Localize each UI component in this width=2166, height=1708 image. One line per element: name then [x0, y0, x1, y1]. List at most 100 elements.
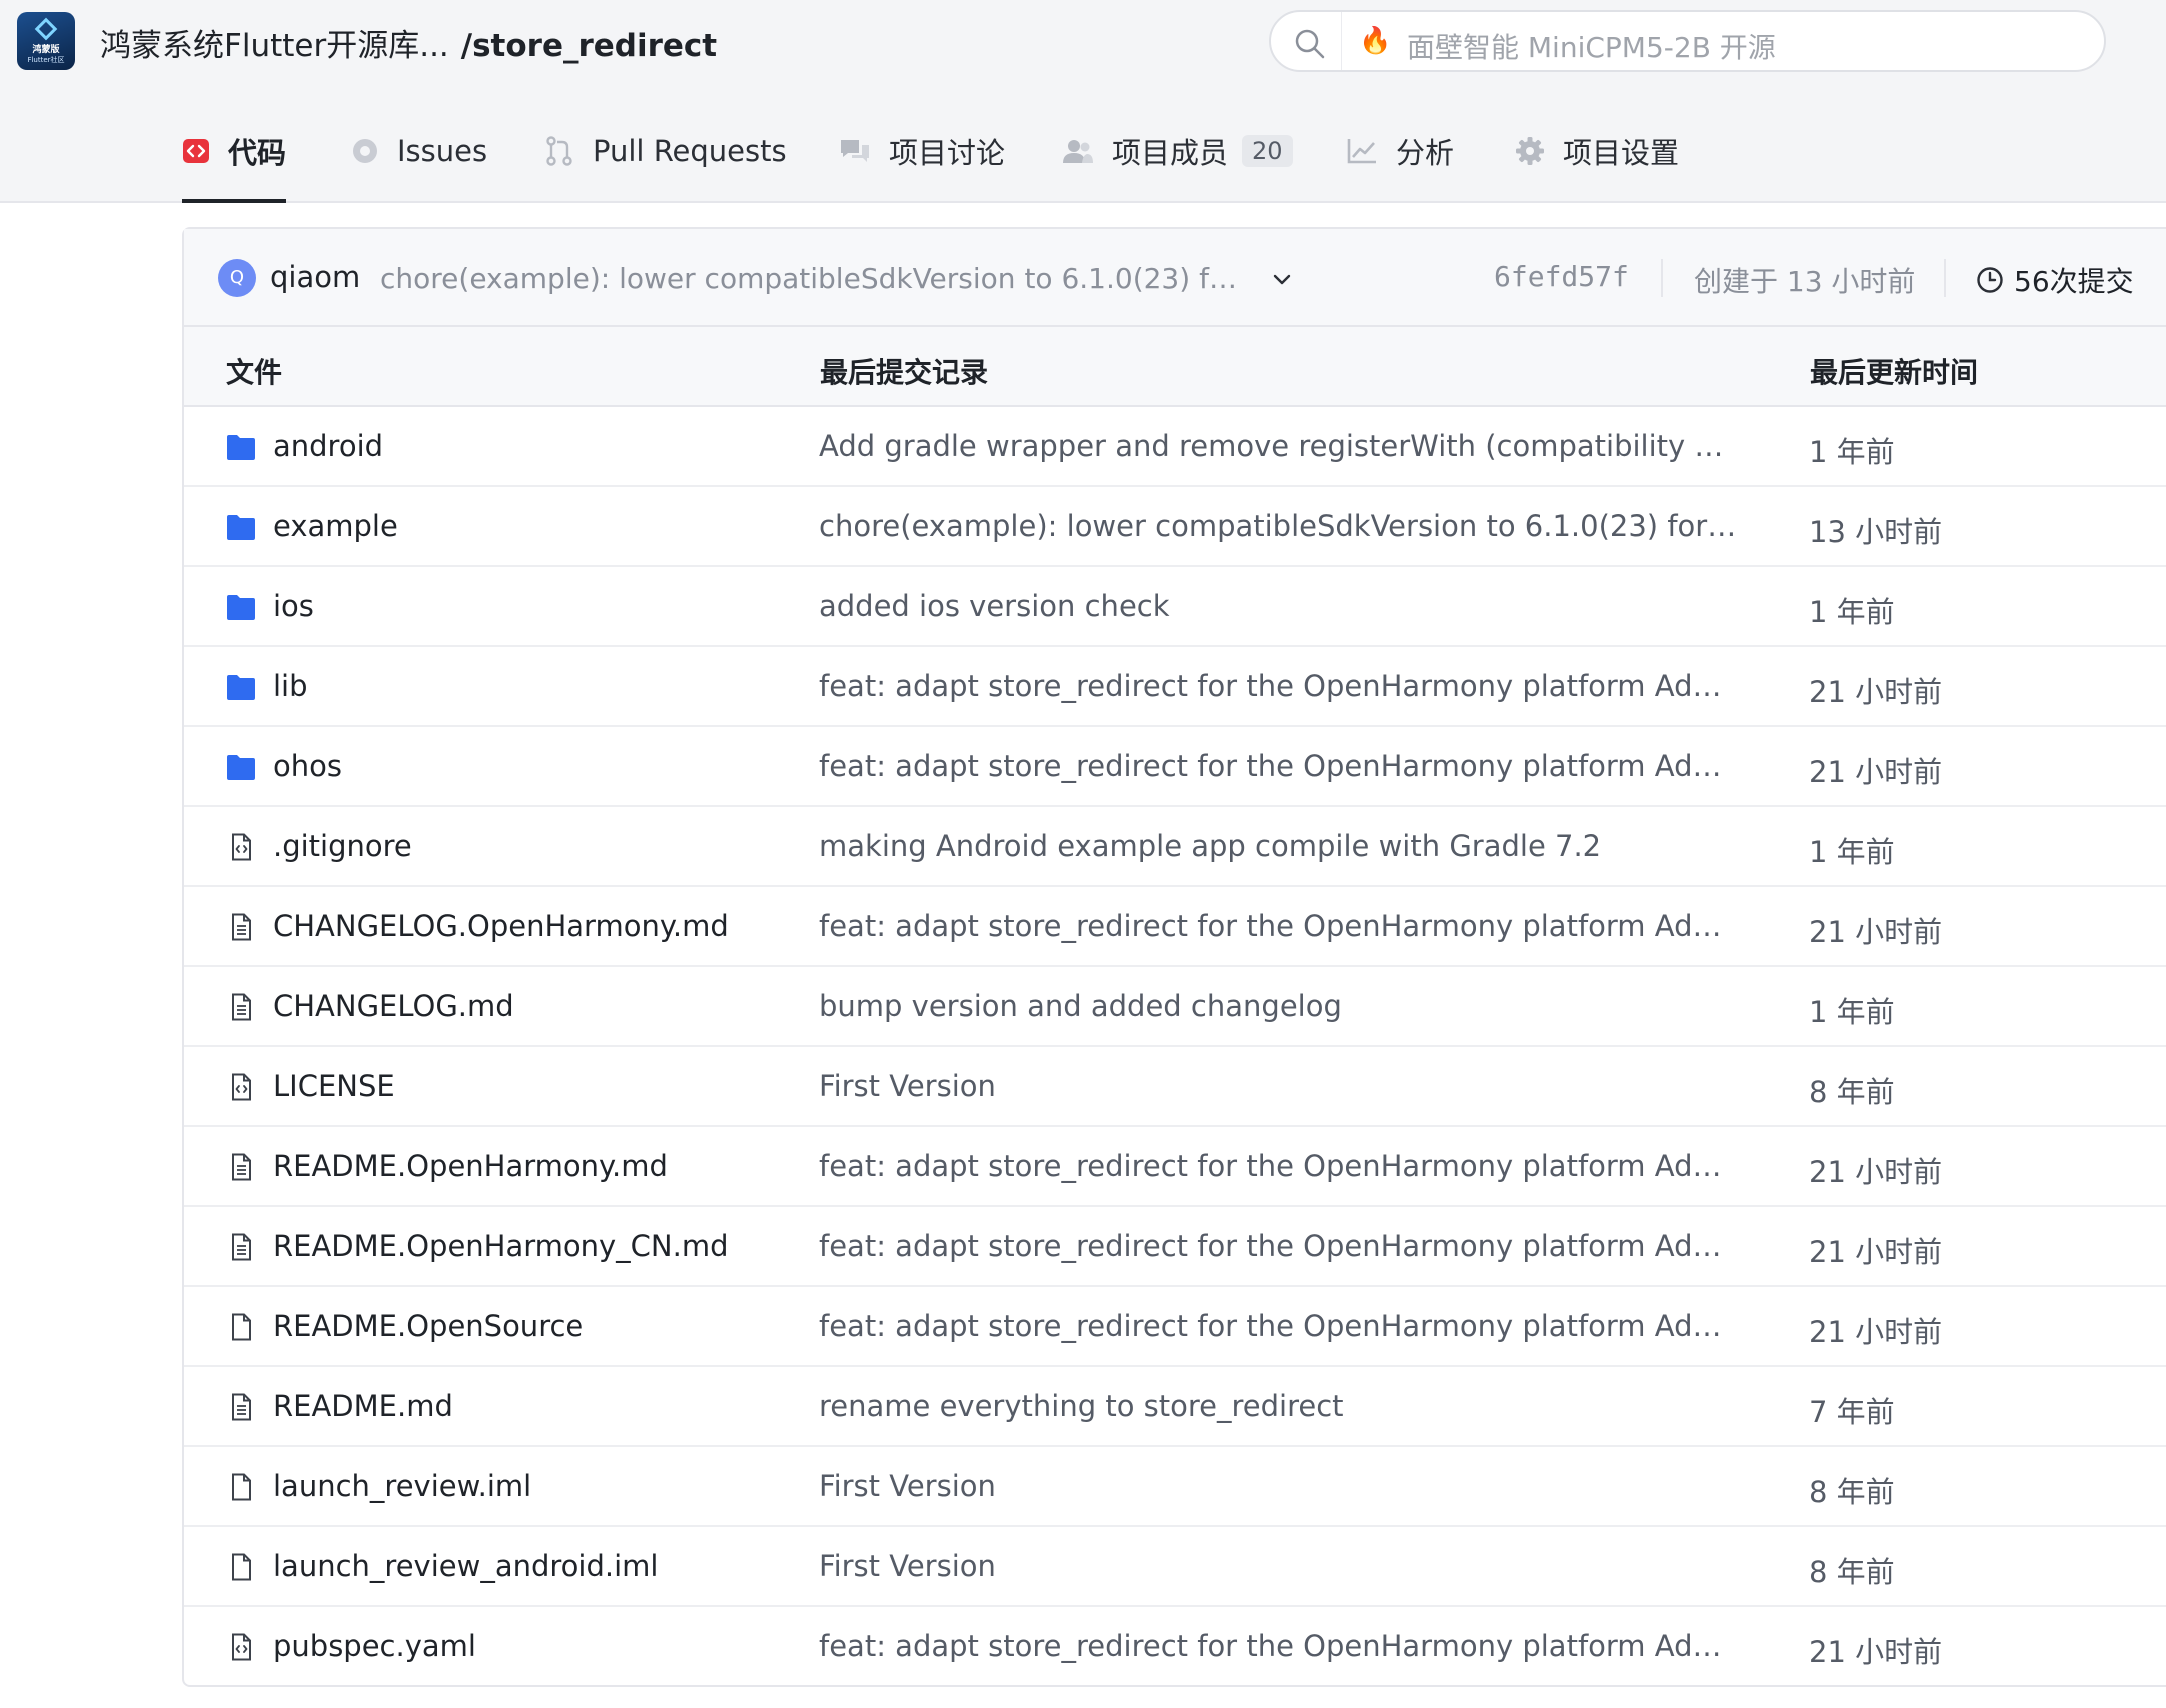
- tab-discussions[interactable]: 项目讨论: [839, 100, 1005, 201]
- text-file-icon: [226, 993, 256, 1021]
- file-commit-message[interactable]: feat: adapt store_redirect for the OpenH…: [819, 909, 1739, 943]
- table-row[interactable]: ohos feat: adapt store_redirect for the O…: [184, 727, 2166, 807]
- table-row[interactable]: example chore(example): lower compatibleS…: [184, 487, 2166, 567]
- column-header-file: 文件: [226, 356, 283, 389]
- org-logo[interactable]: 鸿蒙版 Flutter社区: [17, 12, 75, 70]
- column-header-last-commit: 最后提交记录: [820, 356, 989, 389]
- table-row[interactable]: ios added ios version check 1 年前: [184, 567, 2166, 647]
- table-row[interactable]: README.OpenSource feat: adapt store_redir…: [184, 1287, 2166, 1367]
- tab-issues[interactable]: Issues: [351, 100, 487, 201]
- gear-icon: [1516, 136, 1544, 165]
- file-updated-time: 21 小时前: [1809, 1155, 1943, 1189]
- chart-icon: [1347, 138, 1376, 163]
- repo-tabs: 代码 Issues Pull Requests 项目讨论 项目成员 20 分析 …: [0, 100, 2166, 203]
- file-commit-message[interactable]: feat: adapt store_redirect for the OpenH…: [819, 1229, 1739, 1263]
- file-commit-message[interactable]: feat: adapt store_redirect for the OpenH…: [819, 1149, 1739, 1183]
- org-name-link[interactable]: 鸿蒙系统Flutter开源库...: [100, 28, 449, 64]
- file-name-link[interactable]: launch_review_android.iml: [273, 1549, 658, 1583]
- file-commit-message[interactable]: feat: adapt store_redirect for the OpenH…: [819, 1309, 1739, 1343]
- file-updated-time: 8 年前: [1809, 1555, 1895, 1589]
- file-icon: [226, 1313, 256, 1341]
- chevron-down-icon[interactable]: [1270, 267, 1294, 291]
- file-icon: [226, 1553, 256, 1581]
- table-row[interactable]: launch_review.iml First Version 8 年前: [184, 1447, 2166, 1527]
- file-commit-message[interactable]: making Android example app compile with …: [819, 829, 1739, 863]
- table-row[interactable]: .gitignore making Android example app com…: [184, 807, 2166, 887]
- table-row[interactable]: pubspec.yaml feat: adapt store_redirect f…: [184, 1607, 2166, 1687]
- file-updated-time: 21 小时前: [1809, 675, 1943, 709]
- file-icon: [226, 1473, 256, 1501]
- file-name-link[interactable]: README.OpenSource: [273, 1309, 583, 1343]
- file-name-link[interactable]: ios: [273, 589, 314, 623]
- table-row[interactable]: CHANGELOG.OpenHarmony.md feat: adapt stor…: [184, 887, 2166, 967]
- commit-count-link[interactable]: 56次提交: [1976, 260, 2134, 300]
- file-name-link[interactable]: README.md: [273, 1389, 453, 1423]
- search-input[interactable]: 面壁智能 MiniCPM5-2B 开源: [1407, 26, 1776, 66]
- file-commit-message[interactable]: feat: adapt store_redirect for the OpenH…: [819, 669, 1739, 703]
- search-box[interactable]: 🔥 面壁智能 MiniCPM5-2B 开源: [1269, 10, 2106, 72]
- table-row[interactable]: lib feat: adapt store_redirect for the Op…: [184, 647, 2166, 727]
- file-name-link[interactable]: android: [273, 429, 383, 463]
- file-commit-message[interactable]: feat: adapt store_redirect for the OpenH…: [819, 1629, 1739, 1663]
- file-updated-time: 7 年前: [1809, 1395, 1895, 1429]
- commit-author[interactable]: qiaom: [270, 260, 360, 294]
- top-header: 鸿蒙版 Flutter社区 鸿蒙系统Flutter开源库... /store_re…: [0, 0, 2166, 100]
- text-file-icon: [226, 1153, 256, 1181]
- code-file-icon: [226, 833, 256, 861]
- file-updated-time: 21 小时前: [1809, 755, 1943, 789]
- commit-hash[interactable]: 6fefd57f: [1494, 260, 1629, 293]
- folder-icon: [226, 753, 256, 781]
- file-name-link[interactable]: .gitignore: [273, 829, 412, 863]
- table-row[interactable]: CHANGELOG.md bump version and added chang…: [184, 967, 2166, 1047]
- file-name-link[interactable]: pubspec.yaml: [273, 1629, 476, 1663]
- file-commit-message[interactable]: chore(example): lower compatibleSdkVersi…: [819, 509, 1739, 543]
- folder-icon: [226, 433, 256, 461]
- file-name-link[interactable]: README.OpenHarmony_CN.md: [273, 1229, 729, 1263]
- table-header: 文件 最后提交记录 最后更新时间: [184, 327, 2166, 407]
- table-row[interactable]: launch_review_android.iml First Version 8 …: [184, 1527, 2166, 1607]
- file-name-link[interactable]: README.OpenHarmony.md: [273, 1149, 668, 1183]
- file-name-link[interactable]: CHANGELOG.md: [273, 989, 514, 1023]
- file-name-link[interactable]: LICENSE: [273, 1069, 395, 1103]
- tab-code[interactable]: 代码: [182, 100, 287, 203]
- discussion-icon: [841, 139, 869, 162]
- file-name-link[interactable]: ohos: [273, 749, 342, 783]
- file-updated-time: 13 小时前: [1809, 515, 1943, 549]
- table-row[interactable]: android Add gradle wrapper and remove reg…: [184, 407, 2166, 487]
- tab-settings[interactable]: 项目设置: [1515, 100, 1679, 201]
- file-commit-message[interactable]: bump version and added changelog: [819, 989, 1739, 1023]
- file-name-link[interactable]: launch_review.iml: [273, 1469, 531, 1503]
- tab-pull-requests[interactable]: Pull Requests: [543, 100, 787, 201]
- latest-commit-bar: Q qiaom chore(example): lower compatible…: [184, 229, 2166, 327]
- file-name-link[interactable]: lib: [273, 669, 308, 703]
- code-file-icon: [226, 1073, 256, 1101]
- file-updated-time: 1 年前: [1809, 995, 1895, 1029]
- table-row[interactable]: README.md rename everything to store_redi…: [184, 1367, 2166, 1447]
- file-commit-message[interactable]: Add gradle wrapper and remove registerWi…: [819, 429, 1739, 463]
- table-row[interactable]: LICENSE First Version 8 年前: [184, 1047, 2166, 1127]
- column-header-updated: 最后更新时间: [1810, 356, 1979, 389]
- folder-icon: [226, 673, 256, 701]
- avatar[interactable]: Q: [218, 259, 256, 297]
- file-updated-time: 1 年前: [1809, 435, 1895, 469]
- file-updated-time: 21 小时前: [1809, 1315, 1943, 1349]
- table-row[interactable]: README.OpenHarmony.md feat: adapt store_r…: [184, 1127, 2166, 1207]
- tab-members[interactable]: 项目成员 20: [1062, 100, 1293, 201]
- file-commit-message[interactable]: feat: adapt store_redirect for the OpenH…: [819, 749, 1739, 783]
- file-commit-message[interactable]: First Version: [819, 1549, 1739, 1583]
- file-updated-time: 8 年前: [1809, 1075, 1895, 1109]
- file-commit-message[interactable]: First Version: [819, 1469, 1739, 1503]
- repo-name-link[interactable]: /store_redirect: [461, 28, 717, 64]
- file-name-link[interactable]: example: [273, 509, 398, 543]
- text-file-icon: [226, 1393, 256, 1421]
- file-commit-message[interactable]: rename everything to store_redirect: [819, 1389, 1739, 1423]
- file-commit-message[interactable]: First Version: [819, 1069, 1739, 1103]
- file-name-link[interactable]: CHANGELOG.OpenHarmony.md: [273, 909, 729, 943]
- file-commit-message[interactable]: added ios version check: [819, 589, 1739, 623]
- table-row[interactable]: README.OpenHarmony_CN.md feat: adapt stor…: [184, 1207, 2166, 1287]
- fire-icon: 🔥: [1359, 26, 1392, 56]
- tab-analytics[interactable]: 分析: [1346, 100, 1454, 201]
- members-count-badge: 20: [1242, 134, 1293, 167]
- commit-message[interactable]: chore(example): lower compatibleSdkVersi…: [380, 262, 1240, 295]
- code-file-icon: [226, 1633, 256, 1661]
